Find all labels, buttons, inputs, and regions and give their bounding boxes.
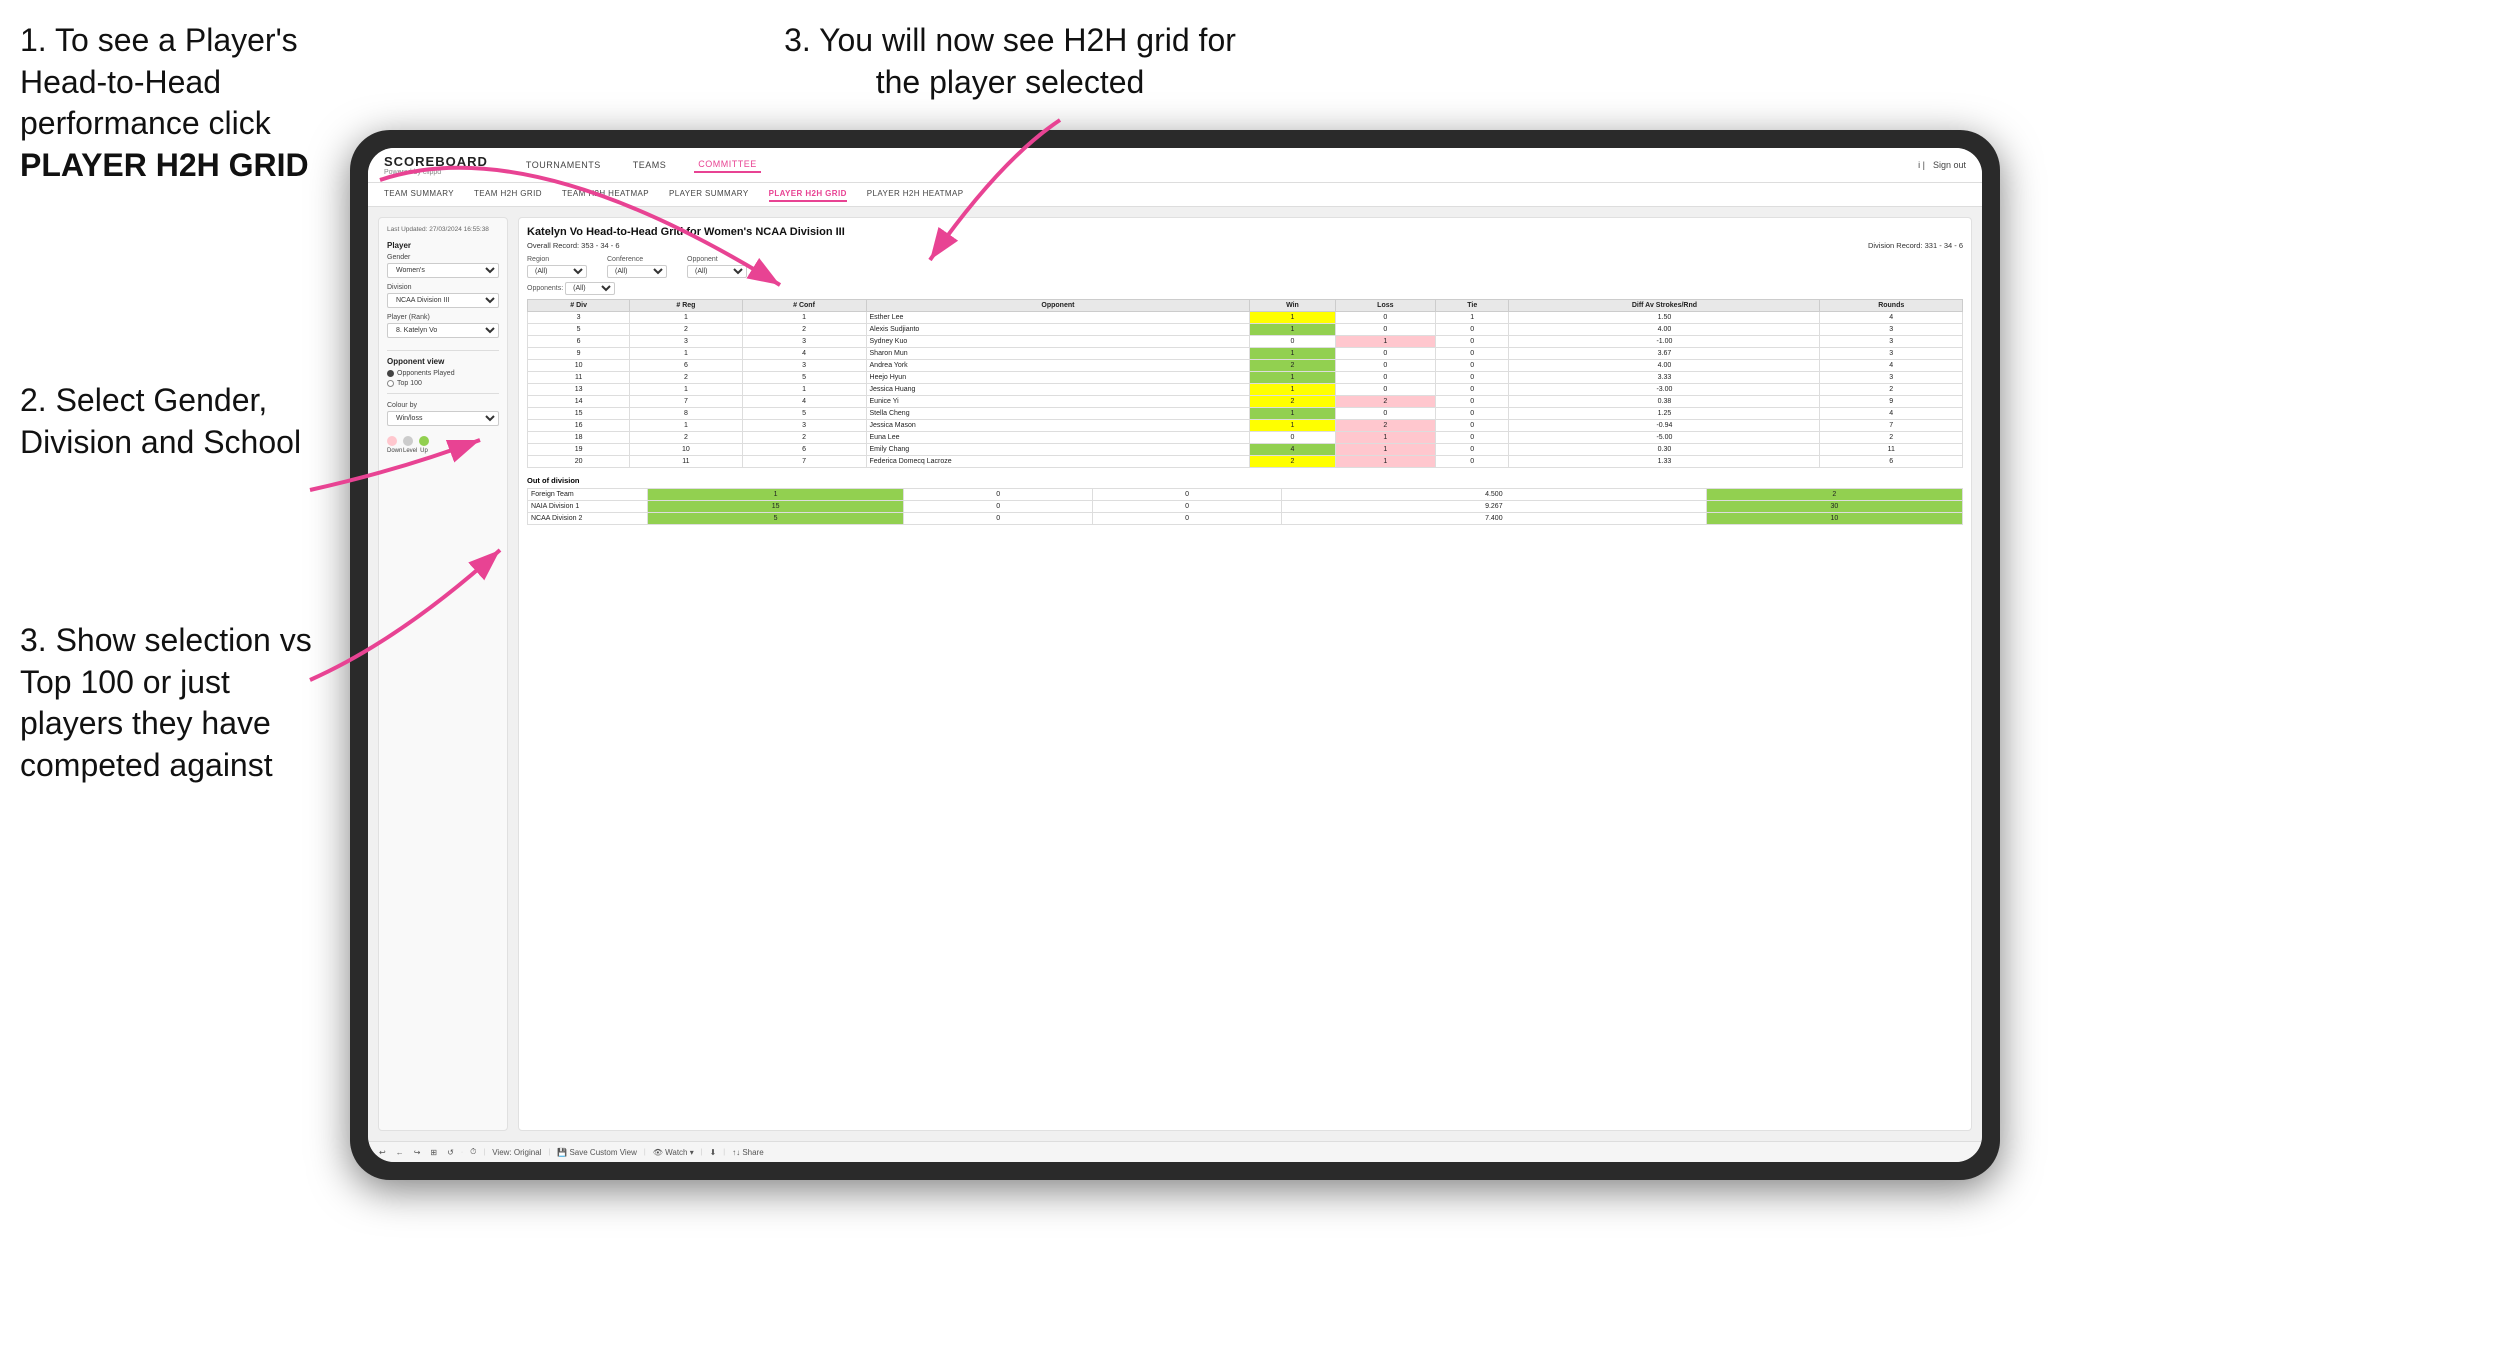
logo-text: SCOREBOARD — [384, 154, 488, 169]
toolbar-download[interactable]: ⬇ — [707, 1147, 720, 1158]
table-row: 11 2 5 Heejo Hyun 1 0 0 3.33 3 — [528, 372, 1963, 384]
toolbar-grid[interactable]: ⊞ — [427, 1147, 440, 1158]
instruction-step3-bot: 3. Show selection vs Top 100 or just pla… — [20, 620, 320, 786]
toolbar-share[interactable]: ↑↓ Share — [729, 1147, 767, 1158]
sub-nav: TEAM SUMMARY TEAM H2H GRID TEAM H2H HEAT… — [368, 183, 1982, 207]
sign-out-link[interactable]: Sign out — [1933, 160, 1966, 170]
sidebar-timestamp: Last Updated: 27/03/2024 16:55:38 — [387, 226, 499, 233]
table-row: 19 10 6 Emily Chang 4 1 0 0.30 11 — [528, 444, 1963, 456]
col-loss: Loss — [1335, 300, 1436, 312]
out-of-division-row: NCAA Division 2 5 0 0 7.400 10 — [528, 513, 1963, 525]
table-area: Katelyn Vo Head-to-Head Grid for Women's… — [518, 217, 1972, 1131]
colour-by-select[interactable]: Win/loss — [387, 411, 499, 426]
sidebar-player-title: Player — [387, 241, 499, 250]
conference-select[interactable]: (All) — [607, 265, 667, 278]
filter-opponent: Opponent (All) — [687, 256, 747, 278]
colour-dots — [387, 436, 499, 446]
opponents-label: Opponents: (All) — [527, 282, 1963, 295]
table-row: 10 6 3 Andrea York 2 0 0 4.00 4 — [528, 360, 1963, 372]
instruction-step2: 2. Select Gender, Division and School — [20, 380, 320, 463]
table-row: 14 7 4 Eunice Yi 2 2 0 0.38 9 — [528, 396, 1963, 408]
col-tie: Tie — [1436, 300, 1509, 312]
sub-nav-team-h2h-grid[interactable]: TEAM H2H GRID — [474, 187, 542, 202]
table-row: 9 1 4 Sharon Mun 1 0 0 3.67 3 — [528, 348, 1963, 360]
filter-region: Region (All) — [527, 256, 587, 278]
col-diff: Diff Av Strokes/Rnd — [1509, 300, 1820, 312]
overall-record: Overall Record: 353 - 34 - 6 — [527, 241, 620, 250]
toolbar-view-original[interactable]: View: Original — [489, 1147, 544, 1158]
radio-dot-top100 — [387, 380, 394, 387]
player-rank-select[interactable]: 8. Katelyn Vo — [387, 323, 499, 338]
instruction-step3-top: 3. You will now see H2H grid for the pla… — [760, 20, 1260, 103]
opponent-select[interactable]: (All) — [687, 265, 747, 278]
sidebar-division-label: Division — [387, 284, 499, 291]
tablet-device: SCOREBOARD Powered by clippd TOURNAMENTS… — [350, 130, 2000, 1180]
header-right: i | Sign out — [1918, 160, 1966, 170]
toolbar-timer[interactable]: ⏱ — [467, 1146, 479, 1158]
division-select[interactable]: NCAA Division III — [387, 293, 499, 308]
logo-sub: Powered by clippd — [384, 169, 488, 176]
colour-section: Colour by Win/loss Down Level Up — [387, 402, 499, 454]
filter-row: Region (All) Conference (All) Opponent — [527, 256, 1963, 278]
out-of-division-row: Foreign Team 1 0 0 4.500 2 — [528, 489, 1963, 501]
table-row: 15 8 5 Stella Cheng 1 0 0 1.25 4 — [528, 408, 1963, 420]
sub-nav-team-h2h-heatmap[interactable]: TEAM H2H HEATMAP — [562, 187, 649, 202]
sub-nav-team-summary[interactable]: TEAM SUMMARY — [384, 187, 454, 202]
table-row: 5 2 2 Alexis Sudjianto 1 0 0 4.00 3 — [528, 324, 1963, 336]
table-title: Katelyn Vo Head-to-Head Grid for Women's… — [527, 226, 1963, 238]
toolbar-watch[interactable]: 👁 Watch ▾ — [650, 1147, 697, 1158]
sidebar-player-rank-label: Player (Rank) — [387, 314, 499, 321]
table-row: 18 2 2 Euna Lee 0 1 0 -5.00 2 — [528, 432, 1963, 444]
data-table: # Div # Reg # Conf Opponent Win Loss Tie… — [527, 299, 1963, 468]
colour-dot-level — [403, 436, 413, 446]
opponent-view-title: Opponent view — [387, 357, 499, 366]
sidebar-gender-label: Gender — [387, 254, 499, 261]
sub-nav-player-summary[interactable]: PLAYER SUMMARY — [669, 187, 749, 202]
tablet-screen: SCOREBOARD Powered by clippd TOURNAMENTS… — [368, 148, 1982, 1162]
opponent-played-radio[interactable]: Opponents Played — [387, 370, 499, 377]
colour-dot-down — [387, 436, 397, 446]
toolbar-redo[interactable]: ↪ — [411, 1147, 424, 1158]
app-header: SCOREBOARD Powered by clippd TOURNAMENTS… — [368, 148, 1982, 183]
col-win: Win — [1250, 300, 1335, 312]
table-row: 6 3 3 Sydney Kuo 0 1 0 -1.00 3 — [528, 336, 1963, 348]
top100-radio[interactable]: Top 100 — [387, 380, 499, 387]
sidebar: Last Updated: 27/03/2024 16:55:38 Player… — [378, 217, 508, 1131]
colour-dot-up — [419, 436, 429, 446]
out-of-division-label: Out of division — [527, 476, 1963, 485]
nav-committee[interactable]: COMMITTEE — [694, 157, 761, 173]
table-row: 16 1 3 Jessica Mason 1 2 0 -0.94 7 — [528, 420, 1963, 432]
table-row: 13 1 1 Jessica Huang 1 0 0 -3.00 2 — [528, 384, 1963, 396]
instruction-step1: 1. To see a Player's Head-to-Head perfor… — [20, 20, 360, 186]
toolbar-undo[interactable]: ↩ — [376, 1147, 389, 1158]
col-reg: # Reg — [630, 300, 742, 312]
colour-label-row: Down Level Up — [387, 448, 499, 454]
col-conf: # Conf — [742, 300, 866, 312]
sub-nav-player-h2h-grid[interactable]: PLAYER H2H GRID — [769, 187, 847, 202]
toolbar-bottom: ↩ ← ↪ ⊞ ↺ · ⏱ | View: Original | 💾 Save … — [368, 1141, 1982, 1162]
nav-tournaments[interactable]: TOURNAMENTS — [522, 158, 605, 172]
col-div: # Div — [528, 300, 630, 312]
filter-conference: Conference (All) — [607, 256, 667, 278]
col-rounds: Rounds — [1820, 300, 1963, 312]
main-content: Last Updated: 27/03/2024 16:55:38 Player… — [368, 207, 1982, 1141]
toolbar-save-custom[interactable]: 💾 Save Custom View — [554, 1147, 640, 1158]
out-of-division-table: Foreign Team 1 0 0 4.500 2 NAIA Division… — [527, 488, 1963, 525]
table-row: 3 1 1 Esther Lee 1 0 1 1.50 4 — [528, 312, 1963, 324]
opponents-filter-select[interactable]: (All) — [565, 282, 615, 295]
out-of-division-row: NAIA Division 1 15 0 0 9.267 30 — [528, 501, 1963, 513]
division-record: Division Record: 331 - 34 - 6 — [1868, 241, 1963, 250]
nav-teams[interactable]: TEAMS — [629, 158, 671, 172]
table-row: 20 11 7 Federica Domecq Lacroze 2 1 0 1.… — [528, 456, 1963, 468]
logo-area: SCOREBOARD Powered by clippd — [384, 154, 488, 176]
sub-nav-player-h2h-heatmap[interactable]: PLAYER H2H HEATMAP — [867, 187, 964, 202]
gender-select[interactable]: Women's — [387, 263, 499, 278]
record-row: Overall Record: 353 - 34 - 6 Division Re… — [527, 241, 1963, 250]
toolbar-back[interactable]: ← — [393, 1147, 407, 1158]
col-opponent: Opponent — [866, 300, 1250, 312]
colour-by-label: Colour by — [387, 402, 499, 409]
radio-dot-played — [387, 370, 394, 377]
region-select[interactable]: (All) — [527, 265, 587, 278]
toolbar-refresh[interactable]: ↺ — [444, 1147, 457, 1158]
